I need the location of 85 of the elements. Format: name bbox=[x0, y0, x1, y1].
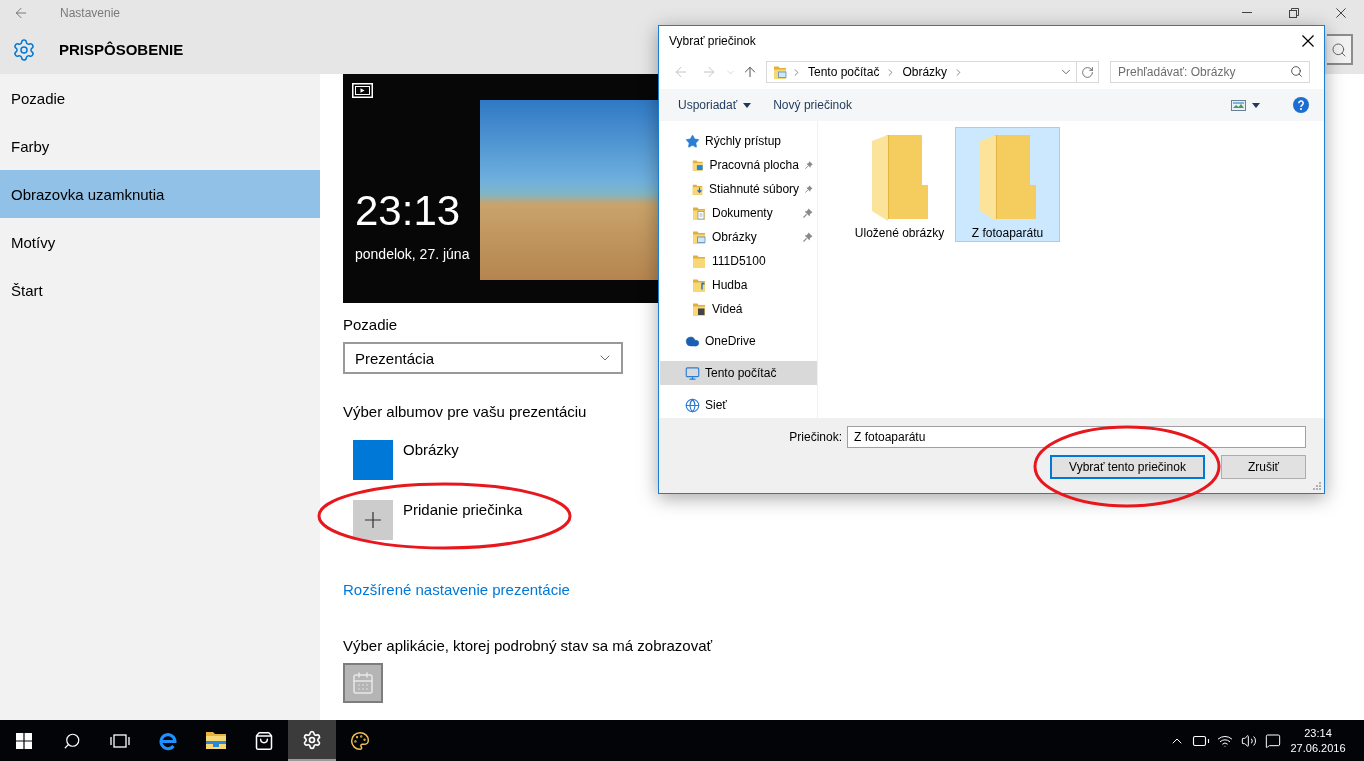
folder-icon bbox=[692, 254, 706, 268]
nav-item[interactable]: Stiahnuté súbory bbox=[660, 177, 817, 201]
folder-item[interactable]: Uložené obrázky bbox=[847, 127, 952, 242]
sidebar-item[interactable]: Farby bbox=[0, 122, 320, 170]
nav-item[interactable]: OneDrive bbox=[660, 329, 817, 353]
nav-item[interactable]: 111D5100 bbox=[660, 249, 817, 273]
picture-folder-icon bbox=[773, 65, 787, 79]
field-label: Pozadie bbox=[343, 315, 398, 335]
dialog-title: Vybrať priečinok bbox=[669, 33, 756, 48]
folder-item[interactable]: Z fotoaparátu bbox=[955, 127, 1060, 242]
plus-icon bbox=[353, 500, 393, 540]
settings-link[interactable]: Rozšírené nastavenie prezentácie bbox=[343, 580, 570, 600]
search-icon bbox=[1290, 65, 1303, 78]
background-dropdown[interactable]: Prezentácia bbox=[343, 342, 623, 374]
nav-item[interactable]: Hudba bbox=[660, 273, 817, 297]
document-folder-icon bbox=[692, 206, 706, 220]
nav-item[interactable]: Tento počítač bbox=[660, 361, 817, 385]
new-folder-button[interactable]: Nový priečinok bbox=[766, 93, 859, 117]
lock-screen-time: 23:13 bbox=[355, 189, 461, 233]
minimize-icon bbox=[1241, 12, 1252, 13]
cloud-icon bbox=[685, 333, 700, 349]
taskbar-clock[interactable]: 23:14 27.06.2016 bbox=[1285, 720, 1351, 761]
breadcrumb-item[interactable]: Obrázky bbox=[900, 62, 950, 82]
help-icon[interactable] bbox=[1293, 97, 1309, 113]
caret-icon bbox=[743, 102, 752, 108]
section-heading: Výber aplikácie, ktorej podrobný stav sa má zobrazovať bbox=[343, 636, 713, 656]
calendar-app-button[interactable] bbox=[343, 663, 383, 703]
volume-icon[interactable] bbox=[1241, 732, 1257, 749]
close-icon bbox=[1302, 34, 1314, 47]
arrow-up-icon bbox=[742, 64, 758, 80]
sidebar-item[interactable]: Pozadie bbox=[0, 74, 320, 122]
lock-screen-date: pondelok, 27. júna bbox=[355, 245, 470, 263]
album-thumbnail bbox=[353, 440, 393, 480]
computer-icon bbox=[685, 365, 700, 381]
picture-icon bbox=[1231, 99, 1246, 111]
shopping-bag-icon bbox=[254, 730, 274, 751]
section-heading: Výber albumov pre vašu prezentáciu bbox=[343, 402, 587, 422]
caret-icon bbox=[1252, 102, 1260, 108]
folder-name-field[interactable]: Z fotoaparátu bbox=[847, 426, 1306, 448]
slideshow-icon bbox=[352, 83, 373, 98]
folder-icon bbox=[871, 135, 928, 221]
resize-grip-icon bbox=[1313, 482, 1321, 490]
nav-item[interactable]: Rýchly prístup bbox=[660, 129, 817, 153]
task-view-icon bbox=[110, 733, 130, 748]
restore-icon bbox=[1288, 7, 1299, 18]
cancel-button[interactable]: Zrušiť bbox=[1221, 455, 1306, 479]
music-folder-icon bbox=[692, 278, 706, 292]
sidebar-item[interactable]: Motívy bbox=[0, 218, 320, 266]
refresh-button[interactable] bbox=[1077, 61, 1099, 83]
organize-button[interactable]: Usporiadať bbox=[671, 93, 759, 117]
refresh-icon bbox=[1081, 65, 1094, 79]
close-icon bbox=[1335, 7, 1346, 18]
nav-item[interactable]: Videá bbox=[660, 297, 817, 321]
address-bar[interactable]: Tento počítač Obrázky bbox=[766, 61, 1077, 83]
page-title: PRISPÔSOBENIE bbox=[59, 41, 184, 58]
video-folder-icon bbox=[692, 302, 706, 316]
folder-icon bbox=[979, 135, 1036, 221]
gear-icon bbox=[12, 37, 36, 62]
picture-folder-icon bbox=[692, 230, 706, 244]
sidebar-item[interactable]: Štart bbox=[0, 266, 320, 314]
nav-item[interactable]: Pracovná plocha bbox=[660, 153, 817, 177]
album-item[interactable]: Obrázky bbox=[353, 440, 459, 480]
folder-icon bbox=[206, 732, 226, 749]
sidebar-item[interactable]: Obrazovka uzamknutia bbox=[0, 170, 320, 218]
nav-item[interactable]: Obrázky bbox=[660, 225, 817, 249]
star-icon bbox=[685, 133, 700, 149]
taskbar-app-button[interactable] bbox=[288, 720, 336, 761]
breadcrumb-item[interactable]: Tento počítač bbox=[806, 62, 882, 82]
search-field[interactable] bbox=[1327, 34, 1353, 65]
four-panes-icon bbox=[16, 732, 32, 749]
nav-item[interactable]: Sieť bbox=[660, 393, 817, 417]
browser-logo-icon bbox=[158, 730, 178, 751]
desktop-folder-icon bbox=[692, 158, 704, 172]
download-folder-icon bbox=[692, 182, 704, 196]
settings-icon bbox=[302, 729, 322, 750]
speech-bubble-icon[interactable] bbox=[1265, 732, 1281, 749]
select-folder-button[interactable]: Vybrať tento priečinok bbox=[1050, 455, 1205, 479]
window-title: Nastavenie bbox=[60, 5, 121, 20]
palette-icon bbox=[350, 730, 370, 751]
search-icon bbox=[1331, 41, 1347, 58]
field-label: Priečinok: bbox=[789, 430, 842, 444]
calendar-icon bbox=[351, 671, 375, 695]
nav-item[interactable]: Dokumenty bbox=[660, 201, 817, 225]
search-icon bbox=[63, 731, 81, 750]
globe-icon bbox=[685, 397, 700, 413]
